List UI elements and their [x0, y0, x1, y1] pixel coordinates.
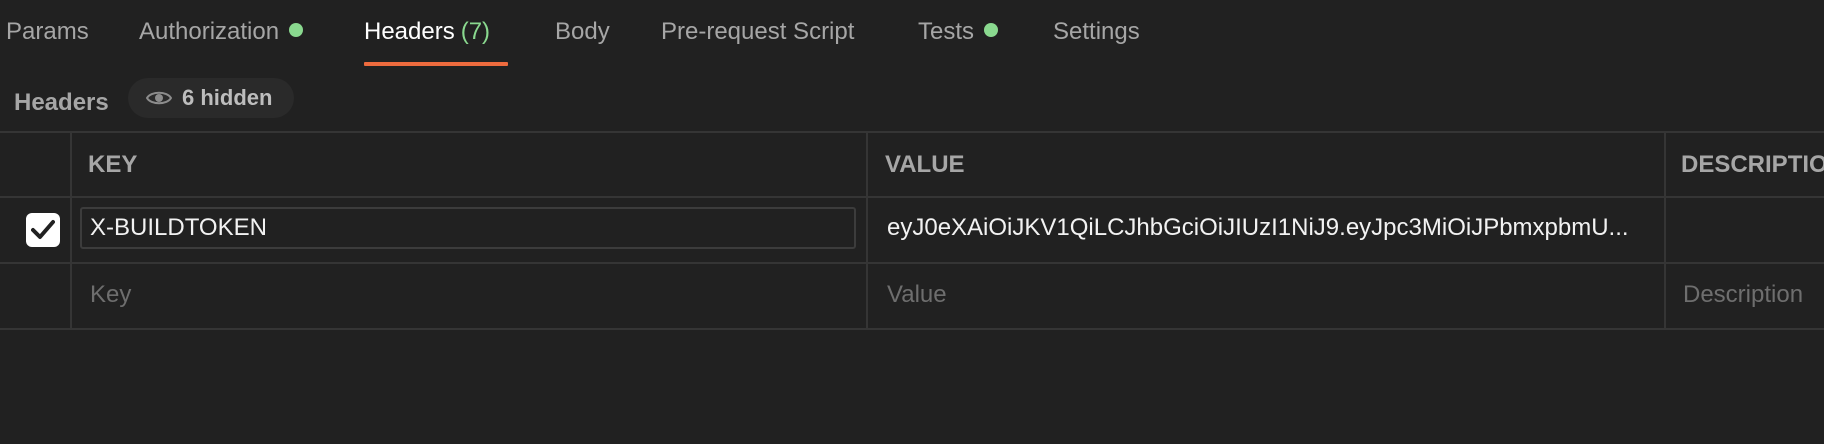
column-divider-key	[866, 131, 868, 330]
authorization-status-dot	[289, 23, 304, 37]
request-tabs: Params Authorization Headers (7) Body Pre…	[0, 0, 1824, 68]
tests-status-dot	[984, 23, 999, 37]
headers-title: Headers	[14, 89, 109, 116]
new-value-input[interactable]	[887, 275, 1647, 315]
table-border-bottom	[0, 328, 1824, 330]
header-row-checkbox[interactable]	[26, 213, 60, 247]
hidden-headers-toggle[interactable]: 6 hidden	[128, 78, 295, 118]
column-divider-check	[70, 131, 72, 330]
header-key-field[interactable]	[80, 207, 856, 249]
table-border-row	[0, 262, 1824, 264]
new-key-input[interactable]	[90, 275, 850, 315]
tab-pre-request-script-label: Pre-request Script	[661, 18, 855, 45]
tab-tests-label: Tests	[918, 18, 975, 45]
header-value-cell[interactable]: eyJ0eXAiOiJKV1QiLCJhbGciOiJIUzI1NiJ9.eyJ…	[887, 214, 1657, 242]
checkmark-icon	[31, 220, 55, 239]
table-border-top	[0, 131, 1824, 133]
new-description-input[interactable]	[1683, 275, 1824, 315]
tab-pre-request-script[interactable]: Pre-request Script	[661, 18, 854, 68]
tab-headers-label: Headers	[364, 18, 455, 45]
column-header-value: VALUE	[885, 151, 965, 178]
table-border-header	[0, 196, 1824, 198]
tab-params[interactable]: Params	[6, 18, 89, 68]
active-tab-underline	[364, 62, 508, 66]
tab-headers-count: (7)	[460, 18, 491, 45]
tab-authorization-label: Authorization	[139, 18, 280, 45]
hidden-headers-label: 6 hidden	[182, 85, 273, 110]
tab-tests[interactable]: Tests	[918, 18, 999, 68]
tab-params-label: Params	[6, 18, 89, 45]
tab-settings-label: Settings	[1053, 18, 1140, 45]
headers-table: KEY VALUE DESCRIPTIO eyJ0eXAiOiJKV1QiLCJ…	[0, 131, 1824, 330]
tab-authorization[interactable]: Authorization	[139, 18, 304, 68]
column-header-description: DESCRIPTIO	[1681, 151, 1824, 178]
eye-icon	[146, 91, 172, 105]
tab-settings[interactable]: Settings	[1053, 18, 1140, 68]
tab-headers[interactable]: Headers (7)	[364, 18, 490, 68]
tab-body[interactable]: Body	[555, 18, 610, 68]
column-header-key: KEY	[88, 151, 138, 178]
column-divider-value	[1664, 131, 1666, 330]
tab-body-label: Body	[555, 18, 610, 45]
headers-subheader: Headers 6 hidden	[0, 78, 1824, 128]
